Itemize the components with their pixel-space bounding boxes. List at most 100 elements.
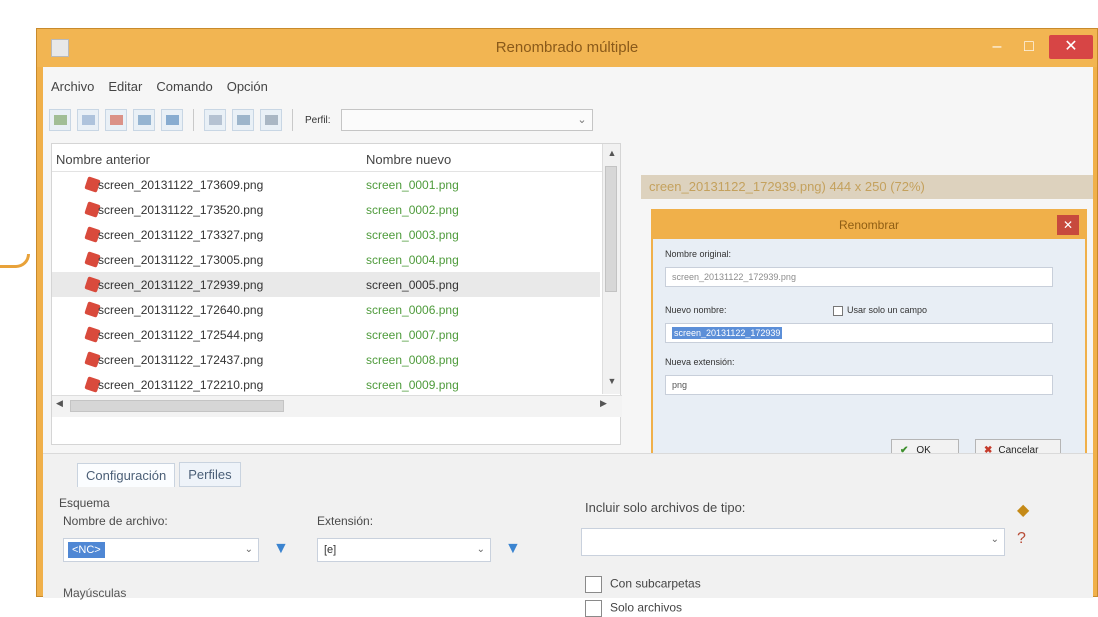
preview-info-bar: creen_20131122_172939.png) 444 x 250 (72… [641, 175, 1093, 199]
subfolders-checkbox[interactable] [585, 576, 602, 593]
list-item[interactable]: screen_20131122_172437.png screen_0008.pn… [52, 347, 600, 372]
settings-tabs: Configuración Perfiles [77, 462, 241, 487]
files-only-option[interactable]: Solo archivos [585, 600, 682, 617]
filter-icon[interactable]: ◆ [1017, 500, 1029, 520]
original-name-field: screen_20131122_172939.png [665, 267, 1053, 287]
client-area: Archivo Editar Comando Opción Perfil: ⌄ [43, 67, 1093, 617]
list-item[interactable]: screen_20131122_173520.png screen_0002.pn… [52, 197, 600, 222]
toolbar-button-4-icon[interactable] [133, 109, 155, 131]
vertical-scrollbar[interactable]: ▲ ▼ [602, 144, 620, 394]
subfolders-label: Con subcarpetas [610, 576, 701, 591]
include-filetypes-combo[interactable]: ⌄ [581, 528, 1005, 556]
extension-template-icon[interactable]: ▼ [505, 540, 521, 558]
scroll-down-icon[interactable]: ▼ [603, 372, 621, 390]
file-list[interactable]: Nombre anterior Nombre nuevo screen_2013… [51, 143, 622, 445]
list-item[interactable]: screen_20131122_172210.png screen_0009.pn… [52, 372, 600, 397]
column-header-old-name[interactable]: Nombre anterior [56, 152, 150, 167]
tab-configuracion[interactable]: Configuración [77, 463, 176, 487]
scroll-right-icon[interactable]: ▶ [600, 398, 607, 409]
single-field-option[interactable]: Usar solo un campo [833, 305, 927, 316]
new-filename: screen_0008.png [366, 353, 459, 367]
subfolders-option[interactable]: Con subcarpetas [585, 576, 701, 593]
scroll-thumb[interactable] [605, 166, 617, 292]
chevron-down-icon: ⌄ [244, 544, 253, 555]
old-filename: screen_20131122_172640.png [98, 303, 264, 317]
toolbar-button-6-icon[interactable] [204, 109, 226, 131]
scroll-up-icon[interactable]: ▲ [603, 144, 621, 162]
old-filename: screen_20131122_173520.png [98, 203, 264, 217]
new-filename: screen_0006.png [366, 303, 459, 317]
list-item[interactable]: screen_20131122_172640.png screen_0006.pn… [52, 297, 600, 322]
files-only-label: Solo archivos [610, 600, 683, 615]
list-header: Nombre anterior Nombre nuevo [52, 144, 620, 172]
horizontal-scroll-thumb[interactable] [70, 400, 284, 412]
perfil-label: Perfil: [305, 114, 331, 126]
toolbar-button-7-icon[interactable] [232, 109, 254, 131]
help-icon[interactable]: ? [1017, 530, 1026, 548]
extension-combo[interactable]: [e] ⌄ [317, 538, 491, 562]
old-filename: screen_20131122_172437.png [98, 353, 264, 367]
tab-perfiles[interactable]: Perfiles [179, 462, 241, 487]
list-item[interactable]: screen_20131122_173327.png screen_0003.pn… [52, 222, 600, 247]
rename-dialog: Renombrar ✕ Nombre original: screen_2013… [651, 209, 1087, 463]
maximize-button[interactable]: □ [1017, 35, 1041, 59]
list-item-selected[interactable]: screen_20131122_172939.png screen_0005.pn… [52, 272, 600, 297]
orange-callout-line [0, 254, 30, 268]
list-item[interactable]: screen_20131122_172544.png screen_0007.pn… [52, 322, 600, 347]
new-filename: screen_0004.png [366, 253, 459, 267]
new-name-selection: screen_20131122_172939 [672, 327, 783, 339]
extension-label: Extensión: [317, 514, 374, 528]
original-name-label: Nombre original: [665, 249, 732, 259]
chevron-down-icon: ⌄ [577, 114, 587, 126]
horizontal-scrollbar[interactable]: ◀ ▶ [52, 395, 622, 417]
list-item[interactable]: screen_20131122_173005.png screen_0004.pn… [52, 247, 600, 272]
filename-value: <NC> [68, 542, 105, 558]
toolbar-button-1-icon[interactable] [49, 109, 71, 131]
minimize-button[interactable]: – [985, 35, 1009, 59]
list-item[interactable]: screen_20131122_173609.png screen_0001.pn… [52, 172, 600, 197]
toolbar-button-8-icon[interactable] [260, 109, 282, 131]
new-filename: screen_0005.png [366, 278, 459, 292]
dialog-close-button[interactable]: ✕ [1057, 215, 1079, 235]
toolbar-button-3-icon[interactable] [105, 109, 127, 131]
window-title: Renombrado múltiple [495, 39, 639, 56]
toolbar-separator [193, 109, 194, 131]
column-header-new-name[interactable]: Nombre nuevo [366, 152, 451, 167]
close-button[interactable]: ✕ [1049, 35, 1093, 59]
new-name-field[interactable]: screen_20131122_172939 [665, 323, 1053, 343]
extension-value: [e] [324, 544, 337, 556]
dialog-body: Nombre original: screen_20131122_172939.… [665, 249, 1073, 463]
new-extension-field[interactable]: png [665, 375, 1053, 395]
old-filename: screen_20131122_172210.png [98, 378, 264, 392]
menu-editar[interactable]: Editar [108, 79, 142, 99]
menu-comando[interactable]: Comando [156, 79, 212, 99]
settings-panel: Configuración Perfiles Esquema Nombre de… [43, 453, 1093, 617]
case-label-cut: Mayúsculas [63, 586, 127, 600]
main-window: Renombrado múltiple – □ ✕ Archivo Editar… [36, 28, 1098, 617]
files-only-checkbox[interactable] [585, 600, 602, 617]
scheme-label: Esquema [59, 496, 110, 510]
dialog-title: Renombrar [653, 211, 1085, 239]
new-filename: screen_0007.png [366, 328, 459, 342]
new-extension-label: Nueva extensión: [665, 357, 735, 367]
new-filename: screen_0001.png [366, 178, 459, 192]
menu-opcion[interactable]: Opción [227, 79, 268, 99]
toolbar: Perfil: ⌄ [49, 107, 593, 133]
new-name-label: Nuevo nombre: [665, 305, 727, 315]
single-field-checkbox[interactable] [833, 305, 843, 316]
include-filetypes-label: Incluir solo archivos de tipo: [585, 500, 746, 515]
new-filename: screen_0009.png [366, 378, 459, 392]
filename-combo[interactable]: <NC> ⌄ [63, 538, 259, 562]
filename-template-icon[interactable]: ▼ [273, 540, 289, 558]
toolbar-button-2-icon[interactable] [77, 109, 99, 131]
single-field-label: Usar solo un campo [847, 305, 928, 315]
old-filename: screen_20131122_172544.png [98, 328, 264, 342]
scroll-left-icon[interactable]: ◀ [56, 398, 63, 409]
perfil-combo[interactable]: ⌄ [340, 109, 593, 131]
old-filename: screen_20131122_173327.png [98, 228, 264, 242]
toolbar-button-5-icon[interactable] [161, 109, 183, 131]
menu-archivo[interactable]: Archivo [51, 79, 94, 99]
toolbar-separator [292, 109, 293, 131]
new-filename: screen_0002.png [366, 203, 459, 217]
title-bar: Renombrado múltiple – □ ✕ [37, 29, 1097, 67]
